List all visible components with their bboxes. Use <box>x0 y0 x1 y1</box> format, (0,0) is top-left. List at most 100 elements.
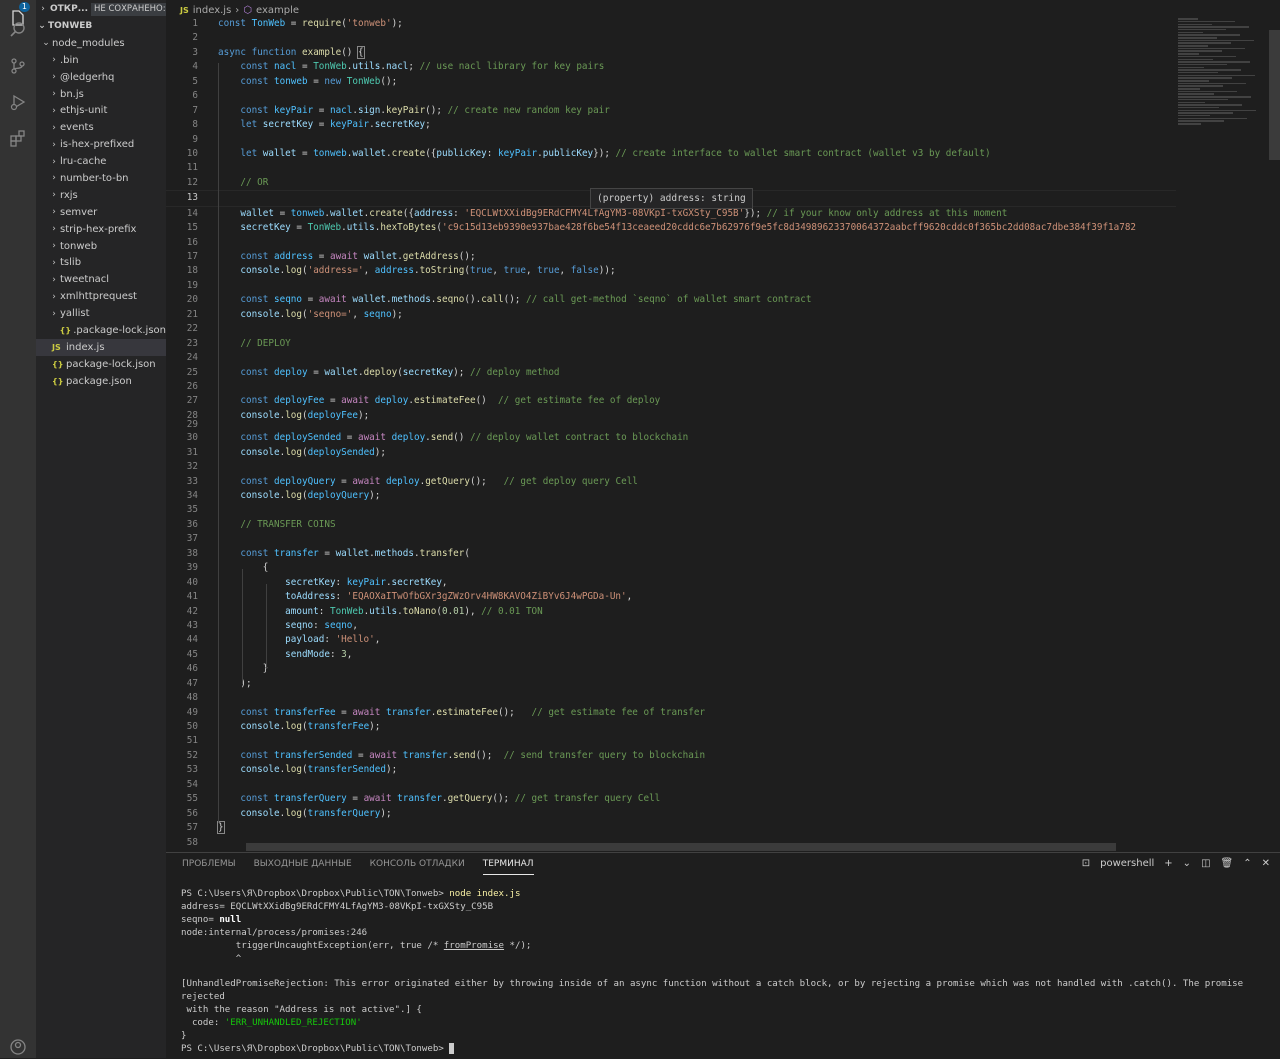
close-panel-icon[interactable]: ✕ <box>1262 858 1270 869</box>
minimap-line <box>1178 53 1199 55</box>
chevron-down-icon: ⌄ <box>42 38 50 49</box>
tree-item-label: strip-hex-prefix <box>60 223 137 235</box>
run-debug-icon[interactable] <box>0 84 36 120</box>
folder-item[interactable]: › rxjs <box>36 187 166 204</box>
tab-problems[interactable]: ПРОБЛЕМЫ <box>182 859 236 875</box>
folder-item[interactable]: › tonweb <box>36 238 166 255</box>
minimap-line <box>1178 77 1232 79</box>
chevron-right-icon: › <box>41 4 45 14</box>
vertical-scrollbar[interactable] <box>1269 30 1280 160</box>
folder-item[interactable]: › bn.js <box>36 86 166 103</box>
code-line: 10 let wallet = tonweb.wallet.create({pu… <box>186 147 991 159</box>
maximize-panel-icon[interactable]: ⌃ <box>1243 858 1251 869</box>
folder-item[interactable]: › lru-cache <box>36 153 166 170</box>
code-line: 32 <box>186 461 198 473</box>
code-line: 4 const nacl = TonWeb.utils.nacl; // use… <box>192 61 605 73</box>
minimap-line <box>1178 71 1218 74</box>
shell-selector[interactable]: powershell <box>1100 858 1154 869</box>
trash-icon[interactable]: 🗑 <box>1221 858 1234 869</box>
code-line: 20 const seqno = await wallet.methods.se… <box>186 294 812 306</box>
tab-terminal[interactable]: ТЕРМИНАЛ <box>482 859 534 875</box>
folder-item[interactable]: › xmlhttprequest <box>36 288 166 305</box>
project-label: TONWEB <box>48 21 93 32</box>
js-file-icon: JS <box>180 5 189 15</box>
minimap-line <box>1178 117 1247 120</box>
folder-item[interactable]: › @ledgerhq <box>36 69 166 86</box>
tree-item-label: is-hex-prefixed <box>60 139 135 151</box>
code-line: 53 console.log(transferSended); <box>186 764 398 776</box>
minimap[interactable] <box>1178 17 1268 852</box>
breadcrumb-symbol[interactable]: example <box>256 5 299 16</box>
code-line: 11 <box>186 162 198 174</box>
minimap-line <box>1178 20 1235 23</box>
minimap-line <box>1178 96 1251 98</box>
code-line: 43 seqno: seqno, <box>186 619 358 631</box>
minimap-line <box>1178 114 1210 117</box>
folder-item[interactable]: › semver <box>36 204 166 221</box>
extensions-icon[interactable] <box>0 120 36 156</box>
code-line: 16 <box>186 236 198 248</box>
tab-debug-console[interactable]: КОНСОЛЬ ОТЛАДКИ <box>370 859 465 875</box>
minimap-line <box>1178 47 1245 50</box>
horizontal-scrollbar[interactable] <box>246 843 1116 851</box>
chevron-right-icon: › <box>52 224 56 235</box>
folder-item[interactable]: ⌄ node_modules <box>36 35 166 52</box>
minimap-line <box>1178 85 1223 87</box>
tree-item-label: index.js <box>66 341 105 353</box>
project-header[interactable]: ⌄ TONWEB <box>36 18 166 35</box>
unsaved-badge: НЕ СОХРАНЕНО: 1 <box>91 3 166 16</box>
tree-item-label: yallist <box>60 308 90 320</box>
open-editors-header[interactable]: › ОТКР... НЕ СОХРАНЕНО: 1 <box>36 0 166 18</box>
chevron-right-icon: › <box>52 156 56 167</box>
code-line: 24 <box>186 352 198 364</box>
file-item[interactable]: {} package-lock.json <box>36 356 166 373</box>
split-terminal-icon[interactable]: ◫ <box>1201 858 1210 869</box>
chevron-down-icon[interactable]: ⌄ <box>1183 858 1191 869</box>
minimap-line <box>1178 39 1254 42</box>
code-line: 25 const deploy = wallet.deploy(secretKe… <box>186 366 560 378</box>
file-item[interactable]: {} .package-lock.json <box>36 322 166 339</box>
indent-guide <box>218 63 219 823</box>
minimap-line <box>1178 45 1208 47</box>
terminal-icon: ⊡ <box>1081 858 1091 869</box>
search-icon[interactable] <box>0 12 36 48</box>
tree-item-label: semver <box>60 206 98 218</box>
add-terminal-icon[interactable]: + <box>1164 858 1172 869</box>
code-editor[interactable]: JS index.js › ⬡ example 1 const TonWeb = … <box>166 0 1280 852</box>
minimap-line <box>1178 120 1224 122</box>
tree-item-label: package-lock.json <box>66 358 156 370</box>
symbol-method-icon: ⬡ <box>243 4 253 16</box>
folder-item[interactable]: › tslib <box>36 254 166 271</box>
account-icon[interactable] <box>0 1036 36 1058</box>
folder-item[interactable]: › events <box>36 119 166 136</box>
terminal-line: code: 'ERR_UNHANDLED_REJECTION' <box>181 1018 362 1029</box>
folder-item[interactable]: › is-hex-prefixed <box>36 136 166 153</box>
explorer-badge: 1 <box>18 2 30 12</box>
code-line: 23 // DEPLOY <box>186 337 291 349</box>
code-line: 54 <box>186 778 198 790</box>
breadcrumb-file[interactable]: index.js <box>193 5 232 16</box>
chevron-right-icon: › <box>52 291 56 302</box>
code-line: 31 console.log(deploySended); <box>186 446 386 458</box>
folder-item[interactable]: › yallist <box>36 305 166 322</box>
source-control-icon[interactable] <box>0 48 36 84</box>
folder-item[interactable]: › ethjs-unit <box>36 102 166 119</box>
minimap-line <box>1178 109 1256 112</box>
code-line: 47 ); <box>186 677 252 689</box>
chevron-right-icon: › <box>52 89 56 99</box>
code-area[interactable]: 1 const TonWeb = require('tonweb'); 2 3 as… <box>166 17 1176 850</box>
file-item[interactable]: {} package.json <box>36 373 166 390</box>
folder-item[interactable]: › number-to-bn <box>36 170 166 187</box>
folder-item[interactable]: › tweetnacl <box>36 271 166 288</box>
terminal-line: triggerUncaughtException(err, true /* fr… <box>181 940 532 951</box>
file-item[interactable]: JS index.js <box>36 338 166 356</box>
tab-output[interactable]: ВЫХОДНЫЕ ДАННЫЕ <box>254 859 352 875</box>
code-line: 39 { <box>186 562 269 574</box>
terminal-output[interactable]: PS C:\Users\Я\Dropbox\Dropbox\Public\TON… <box>181 888 1276 1056</box>
minimap-line <box>1178 23 1212 26</box>
folder-item[interactable]: › strip-hex-prefix <box>36 221 166 238</box>
folder-item[interactable]: › .bin <box>36 52 166 69</box>
js-file-icon: JS <box>52 342 61 352</box>
tree-item-label: ethjs-unit <box>60 105 108 117</box>
